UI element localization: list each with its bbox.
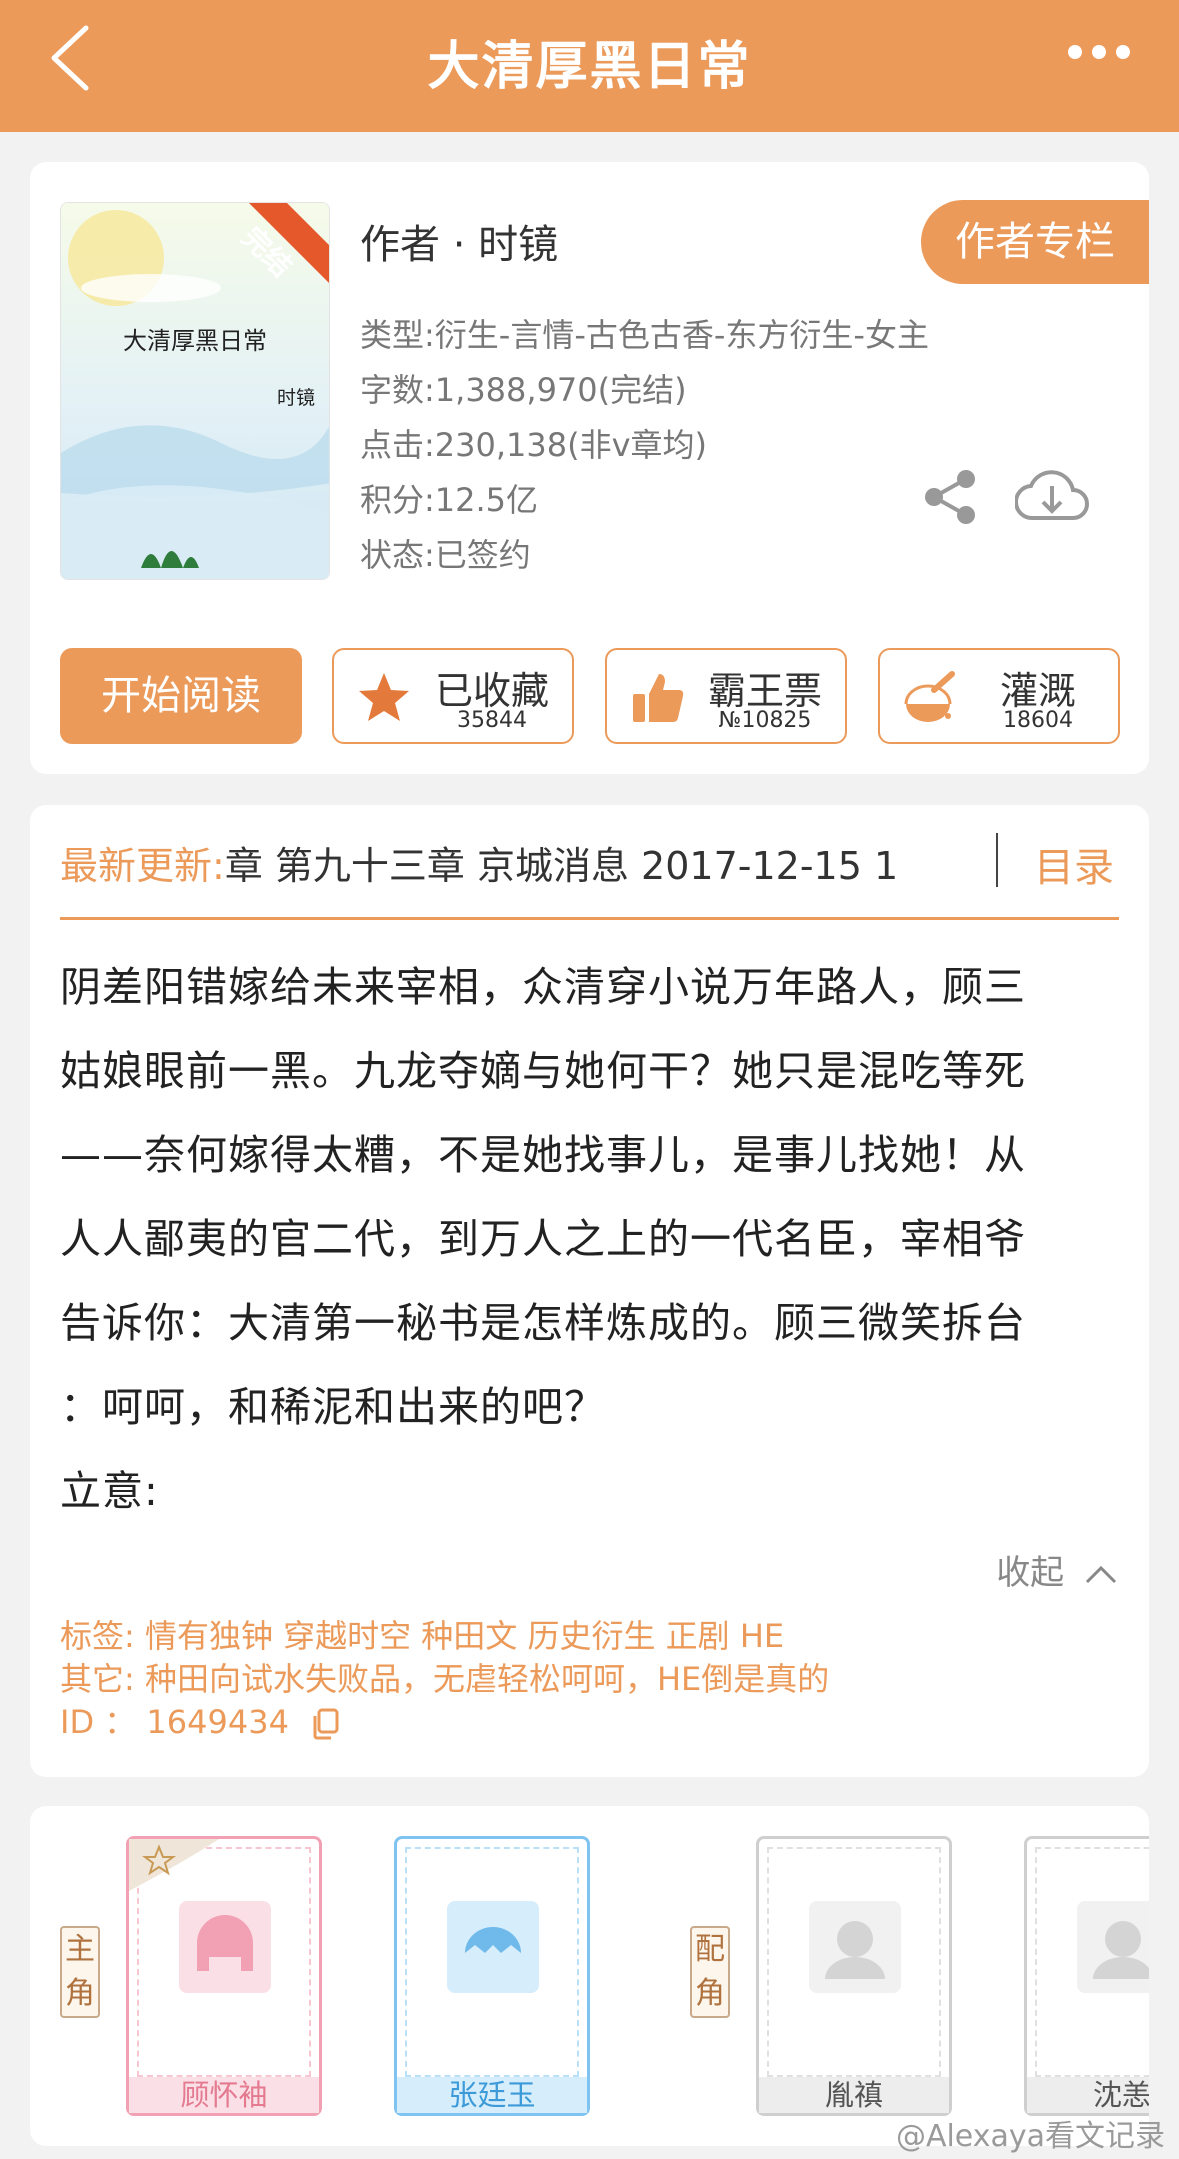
top-bar: 大清厚黑日常 — [0, 0, 1179, 132]
characters-card: 主角 顾怀袖 张廷玉 配角 胤禛 沈恙 — [30, 1806, 1149, 2146]
description-line: ：呵呵，和稀泥和出来的吧？ — [60, 1383, 606, 1431]
favorite-count: 35844 — [457, 708, 527, 733]
character-name: 沈恙 — [1027, 2077, 1149, 2113]
watermark: @Alexaya看文记录 — [895, 2119, 1165, 2154]
share-icon[interactable] — [920, 467, 980, 527]
nutrient-label: 灌溉 — [999, 669, 1076, 713]
favorite-button[interactable]: 已收藏 35844 — [332, 648, 574, 744]
more-dots-icon[interactable] — [1059, 24, 1139, 80]
description-card: 最新更新:章 第九十三章 京城消息 2017-12-15 1 目录 阴差阳错嫁给… — [30, 805, 1149, 1777]
book-description: 阴差阳错嫁给未来宰相，众清穿小说万年路人，顾三 姑娘眼前一黑。九龙夺嫡与她何干？… — [60, 945, 1130, 1533]
book-stats: 类型:衍生-言情-古色古香-东方衍生-女主 字数:1,388,970(完结) 点… — [360, 308, 929, 583]
character-card[interactable]: 张廷玉 — [394, 1836, 590, 2116]
character-card[interactable]: 胤禛 — [756, 1836, 952, 2116]
nutrient-count: 18604 — [1003, 708, 1073, 733]
book-status: 状态:已签约 — [360, 536, 531, 574]
copy-icon[interactable] — [311, 1708, 341, 1740]
author-column-button[interactable]: 作者专栏 — [921, 200, 1149, 284]
default-avatar-icon — [809, 1901, 901, 1993]
collapse-button[interactable]: 收起 — [996, 1545, 1119, 1594]
cover-author: 时镜 — [276, 387, 315, 409]
nutrient-button[interactable]: 灌溉 18604 — [878, 648, 1120, 744]
other-line: 其它: 种田向试水失败品，无虐轻松呵呵，HE倒是真的 — [60, 1660, 830, 1698]
flask-icon — [904, 671, 955, 722]
default-avatar-icon — [1077, 1901, 1149, 1993]
book-cover[interactable]: 完结 大清厚黑日常 时镜 — [60, 202, 330, 580]
description-line: 告诉你：大清第一秘书是怎样炼成的。顾三微笑拆台 — [60, 1299, 1026, 1347]
character-name: 胤禛 — [759, 2077, 949, 2113]
ticket-count: №10825 — [718, 708, 812, 733]
book-clicks: 点击:230,138(非v章均) — [360, 426, 708, 464]
book-id: ID ： 1649434 — [60, 1703, 289, 1741]
support-role-tag: 配角 — [690, 1926, 730, 2018]
chevron-up-icon — [1085, 1565, 1117, 1583]
latest-update-label: 最新更新: — [60, 844, 225, 888]
character-name: 张廷玉 — [397, 2077, 587, 2113]
book-word-count: 字数:1,388,970(完结) — [360, 371, 687, 409]
tags-section: 标签: 情有独钟 穿越时空 种田文 历史衍生 正剧 HE 其它: 种田向试水失败… — [60, 1615, 829, 1744]
female-avatar-icon — [179, 1901, 271, 1993]
tags-line: 标签: 情有独钟 穿越时空 种田文 历史衍生 正剧 HE — [60, 1617, 785, 1655]
id-line: ID ： 1649434 — [60, 1701, 829, 1744]
latest-update-text: 章 第九十三章 京城消息 2017-12-15 1 — [224, 844, 899, 888]
character-name: 顾怀袖 — [129, 2077, 319, 2113]
start-reading-button[interactable]: 开始阅读 — [60, 648, 302, 744]
page-title: 大清厚黑日常 — [427, 37, 752, 97]
latest-update[interactable]: 最新更新:章 第九十三章 京城消息 2017-12-15 1 — [60, 835, 1119, 895]
male-avatar-icon — [447, 1901, 539, 1993]
table-of-contents-link[interactable]: 目录 — [1034, 835, 1114, 893]
character-card[interactable]: 顾怀袖 — [126, 1836, 322, 2116]
star-icon — [359, 673, 409, 721]
main-role-tag: 主角 — [60, 1926, 100, 2018]
author-name[interactable]: 作者 · 时镜 — [360, 212, 558, 270]
ticket-button[interactable]: 霸王票 №10825 — [605, 648, 847, 744]
book-info-card: 完结 大清厚黑日常 时镜 作者 · 时镜 作者专栏 类型:衍生-言情-古色古香-… — [30, 162, 1149, 774]
divider — [60, 917, 1119, 920]
ticket-label: 霸王票 — [707, 669, 822, 713]
description-line: 立意: — [60, 1467, 159, 1515]
favorite-label: 已收藏 — [434, 669, 549, 713]
divider — [996, 833, 998, 887]
cover-title: 大清厚黑日常 — [123, 327, 267, 355]
character-card[interactable]: 沈恙 — [1024, 1836, 1149, 2116]
finished-ribbon: 完结 — [229, 203, 329, 303]
description-line: 人人鄙夷的官二代，到万人之上的一代名臣，宰相爷 — [60, 1215, 1026, 1263]
star-badge-icon — [129, 1839, 219, 1891]
book-score: 积分:12.5亿 — [360, 481, 539, 519]
collapse-label: 收起 — [996, 1553, 1065, 1593]
description-line: 姑娘眼前一黑。九龙夺嫡与她何干？她只是混吃等死 — [60, 1047, 1026, 1095]
description-line: 阴差阳错嫁给未来宰相，众清穿小说万年路人，顾三 — [60, 963, 1026, 1011]
description-line: ——奈何嫁得太糟，不是她找事儿，是事儿找她！从 — [60, 1131, 1026, 1179]
book-type: 类型:衍生-言情-古色古香-东方衍生-女主 — [360, 316, 929, 354]
cloud-download-icon[interactable] — [1015, 462, 1090, 530]
thumbs-up-icon — [633, 674, 684, 722]
